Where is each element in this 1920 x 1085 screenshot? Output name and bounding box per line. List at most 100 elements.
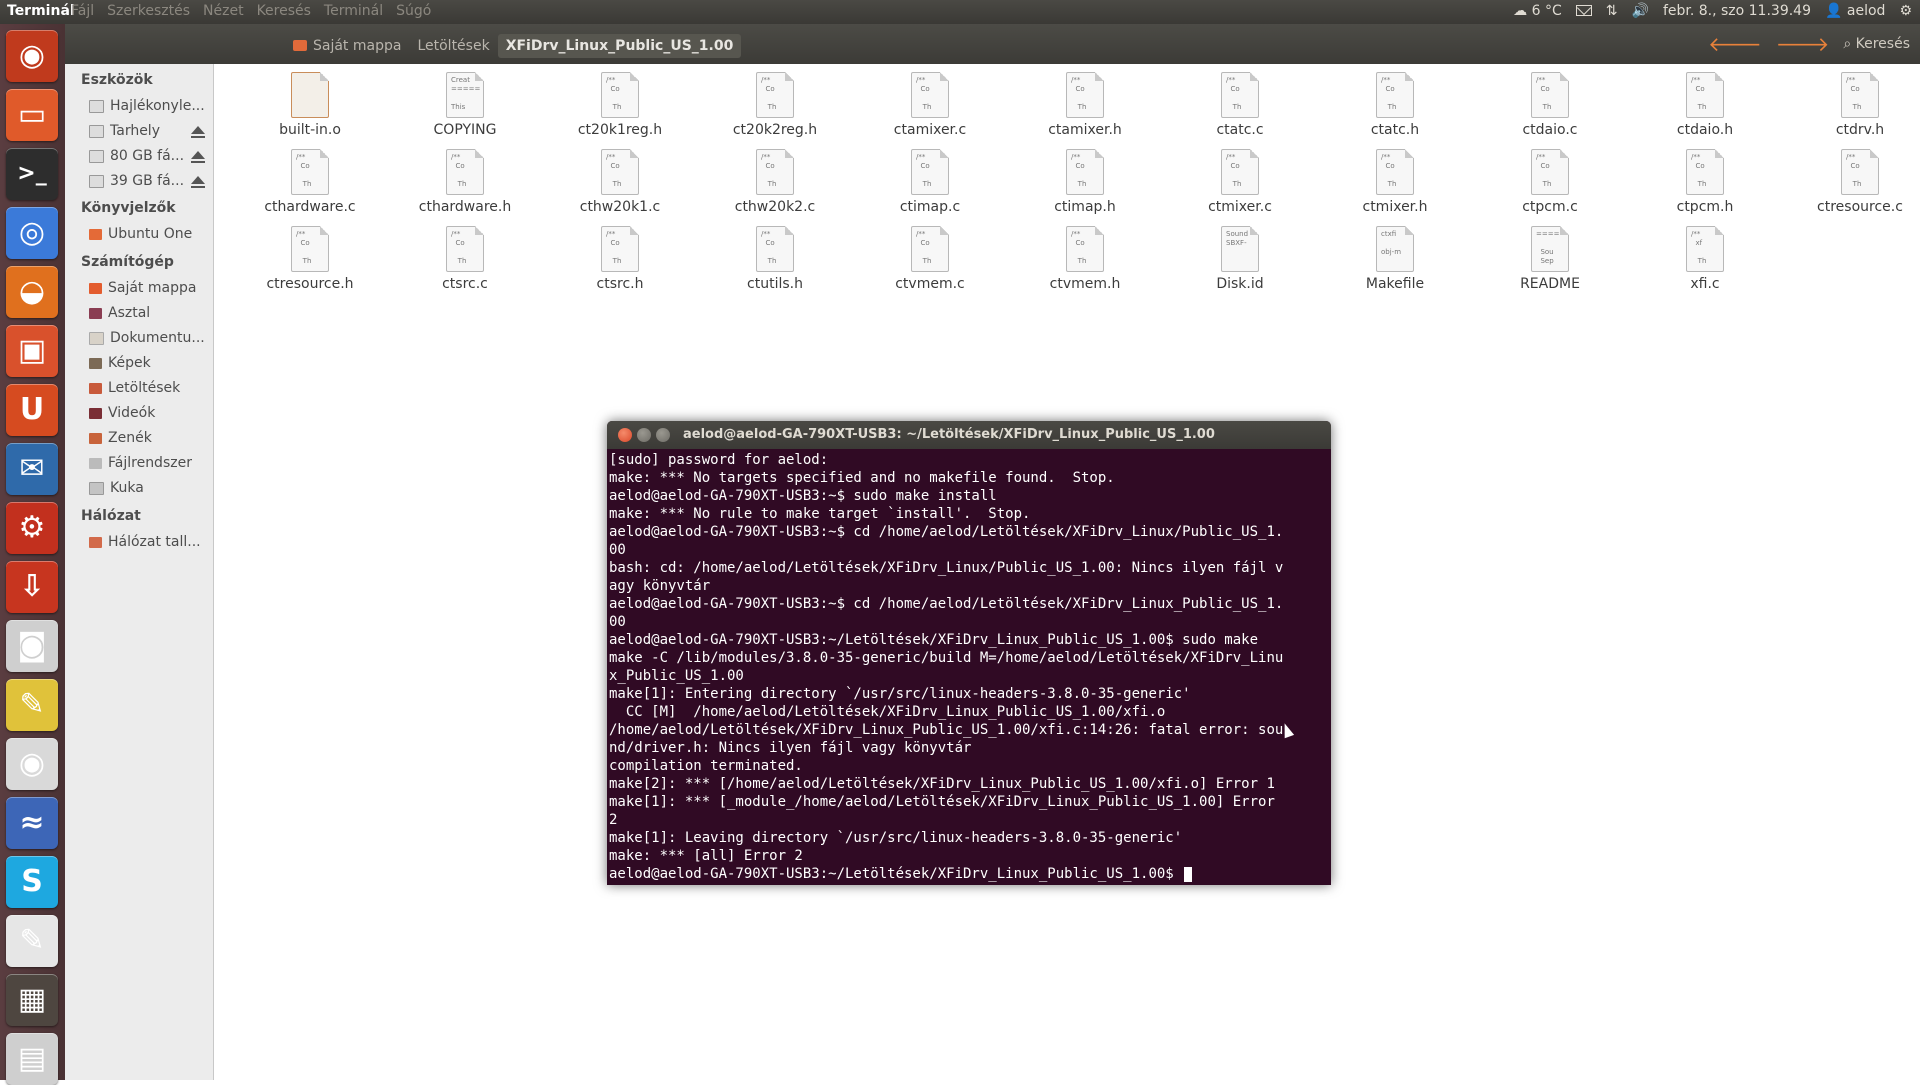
menu-help[interactable]: Súgó <box>396 3 431 19</box>
sidebar-item-trash[interactable]: Kuka <box>89 480 207 496</box>
file-item[interactable]: /** Co Th cthw20k1.c <box>550 141 690 215</box>
messaging-indicator[interactable] <box>1575 3 1592 19</box>
file-item[interactable]: /** Co Th ctdaio.c <box>1480 64 1620 138</box>
sidebar-item-filesystem[interactable]: Fájlrendszer <box>89 455 207 471</box>
file-item[interactable]: /** Co Th cthw20k2.c <box>705 141 845 215</box>
launcher-chrome[interactable]: ◎ <box>6 207 58 259</box>
file-item[interactable]: /** Co Th ctresource.c <box>1790 141 1920 215</box>
file-item[interactable]: /** Co Th ctdrv.h <box>1790 64 1920 138</box>
file-item[interactable]: /** Co Th ctresource.h <box>240 218 380 292</box>
file-item[interactable]: /** Co Th ctsrc.h <box>550 218 690 292</box>
launcher-camera[interactable]: ◙ <box>6 620 58 672</box>
sidebar-item-ubuntu-one[interactable]: Ubuntu One <box>89 226 207 242</box>
search-button[interactable]: ⌕ Keresés <box>1843 36 1910 52</box>
launcher-firefox[interactable]: ◒ <box>6 266 58 318</box>
file-name: Disk.id <box>1216 276 1264 292</box>
file-item[interactable]: /** Co Th ctmixer.c <box>1170 141 1310 215</box>
sidebar-item-label: Saját mappa <box>108 280 197 296</box>
maximize-button[interactable] <box>656 428 670 442</box>
menu-terminal[interactable]: Terminál <box>324 3 383 19</box>
file-item[interactable]: /** Co Th ctdaio.h <box>1635 64 1775 138</box>
network-indicator[interactable]: ⇅ <box>1606 3 1618 19</box>
launcher-workspaces[interactable]: ▦ <box>6 974 58 1026</box>
launcher-thunderbird[interactable]: ✉ <box>6 443 58 495</box>
eject-icon[interactable] <box>191 176 205 188</box>
sidebar-item-videos[interactable]: Videók <box>89 405 207 421</box>
launcher-speaker[interactable]: ◉ <box>6 738 58 790</box>
breadcrumb-downloads[interactable]: Letöltések <box>409 34 497 58</box>
breadcrumb-current[interactable]: XFiDrv_Linux_Public_US_1.00 <box>497 34 742 58</box>
file-item[interactable]: /** Co Th ctimap.c <box>860 141 1000 215</box>
close-button[interactable] <box>618 428 632 442</box>
file-item[interactable]: /** Co Th ct20k2reg.h <box>705 64 845 138</box>
launcher-text-editor[interactable]: ✎ <box>6 915 58 967</box>
sidebar-item-browse-network[interactable]: Hálózat tall... <box>89 534 207 550</box>
file-item[interactable]: Creat ===== This COPYING <box>395 64 535 138</box>
file-item[interactable]: /** Co Th ctpcm.c <box>1480 141 1620 215</box>
user-indicator[interactable]: 👤 aelod <box>1825 3 1885 19</box>
file-item[interactable]: /** Co Th ctatc.c <box>1170 64 1310 138</box>
eject-icon[interactable] <box>191 151 205 163</box>
menu-file[interactable]: Fájl <box>71 3 94 19</box>
sidebar-item-documents[interactable]: Dokumentu... <box>89 330 207 346</box>
file-item[interactable]: /** Co Th ctsrc.c <box>395 218 535 292</box>
breadcrumb-home[interactable]: Saját mappa <box>285 34 409 58</box>
launcher-installer[interactable]: ⇩ <box>6 561 58 613</box>
file-item[interactable]: /** Co Th ctatc.h <box>1325 64 1465 138</box>
terminal-titlebar[interactable]: aelod@aelod-GA-790XT-USB3: ~/Letöltések/… <box>607 421 1331 449</box>
weather-indicator[interactable]: ☁ 6 °C <box>1513 3 1562 19</box>
installer-icon: ⇩ <box>19 569 45 604</box>
terminal-window[interactable]: aelod@aelod-GA-790XT-USB3: ~/Letöltések/… <box>607 421 1331 885</box>
file-item[interactable]: /** Co Th ctamixer.c <box>860 64 1000 138</box>
file-item[interactable]: /** Co Th ctmixer.h <box>1325 141 1465 215</box>
terminal-prompt-line[interactable]: aelod@aelod-GA-790XT-USB3:~/Letöltések/X… <box>609 865 1329 883</box>
launcher-trash[interactable]: ▤ <box>6 1033 58 1085</box>
eject-icon[interactable] <box>191 126 205 138</box>
file-item[interactable]: ctxfi obj-m Makefile <box>1325 218 1465 292</box>
launcher-dash-home[interactable]: ◉ <box>6 30 58 82</box>
file-item[interactable]: built-in.o <box>240 64 380 138</box>
clock-indicator[interactable]: febr. 8., szo 11.39.49 <box>1663 3 1811 19</box>
sidebar-item-downloads[interactable]: Letöltések <box>89 380 207 396</box>
launcher-skype[interactable]: S <box>6 856 58 908</box>
sidebar-item-pictures[interactable]: Képek <box>89 355 207 371</box>
file-item[interactable]: /** Co Th ctvmem.h <box>1015 218 1155 292</box>
launcher-system-settings[interactable]: ⚙ <box>6 502 58 554</box>
sidebar-item-storage[interactable]: Tarhely <box>89 123 207 139</box>
file-item[interactable]: /** Co Th ct20k1reg.h <box>550 64 690 138</box>
sidebar-item-home[interactable]: Saját mappa <box>89 280 207 296</box>
terminal-output[interactable]: [sudo] password for aelod: make: *** No t… <box>607 449 1331 885</box>
file-item[interactable]: /** Co Th ctamixer.h <box>1015 64 1155 138</box>
file-item[interactable]: ===== Sou Sep README <box>1480 218 1620 292</box>
menu-view[interactable]: Nézet <box>203 3 244 19</box>
cloud-icon: ☁ <box>1513 3 1528 19</box>
back-arrow-icon[interactable]: 🡐 <box>1708 34 1762 54</box>
menu-edit[interactable]: Szerkesztés <box>107 3 190 19</box>
minimize-button[interactable] <box>637 428 651 442</box>
launcher-messenger[interactable]: ≈ <box>6 797 58 849</box>
sidebar-item-39gb[interactable]: 39 GB fá... <box>89 173 207 189</box>
sound-indicator[interactable]: 🔊 <box>1632 3 1649 19</box>
sidebar-item-80gb[interactable]: 80 GB fá... <box>89 148 207 164</box>
file-item[interactable]: /** Co Th ctimap.h <box>1015 141 1155 215</box>
launcher-software-center[interactable]: ▣ <box>6 325 58 377</box>
file-item[interactable]: /** Co Th cthardware.h <box>395 141 535 215</box>
launcher-ubuntu-one[interactable]: U <box>6 384 58 436</box>
forward-arrow-icon[interactable]: 🡒 <box>1776 34 1830 54</box>
menu-search[interactable]: Keresés <box>257 3 311 19</box>
launcher-terminal[interactable]: >_ <box>6 148 58 200</box>
launcher-sticky-notes[interactable]: ✎ <box>6 679 58 731</box>
launcher-files[interactable]: ▭ <box>6 89 58 141</box>
file-item[interactable]: Sound SBXF- Disk.id <box>1170 218 1310 292</box>
file-item[interactable]: /** Co Th ctutils.h <box>705 218 845 292</box>
file-item[interactable]: /** Co Th ctvmem.c <box>860 218 1000 292</box>
file-item[interactable]: /** Co Th ctpcm.h <box>1635 141 1775 215</box>
sidebar-item-floppy[interactable]: Hajlékonyle... <box>89 98 207 114</box>
file-icon: /** Co Th <box>756 149 794 195</box>
sidebar-item-music[interactable]: Zenék <box>89 430 207 446</box>
file-item[interactable]: /** xf Th xfi.c <box>1635 218 1775 292</box>
sidebar-item-desktop[interactable]: Asztal <box>89 305 207 321</box>
documents-icon <box>89 331 104 345</box>
session-gear-icon[interactable]: ⚙ <box>1899 3 1912 19</box>
file-item[interactable]: /** Co Th cthardware.c <box>240 141 380 215</box>
